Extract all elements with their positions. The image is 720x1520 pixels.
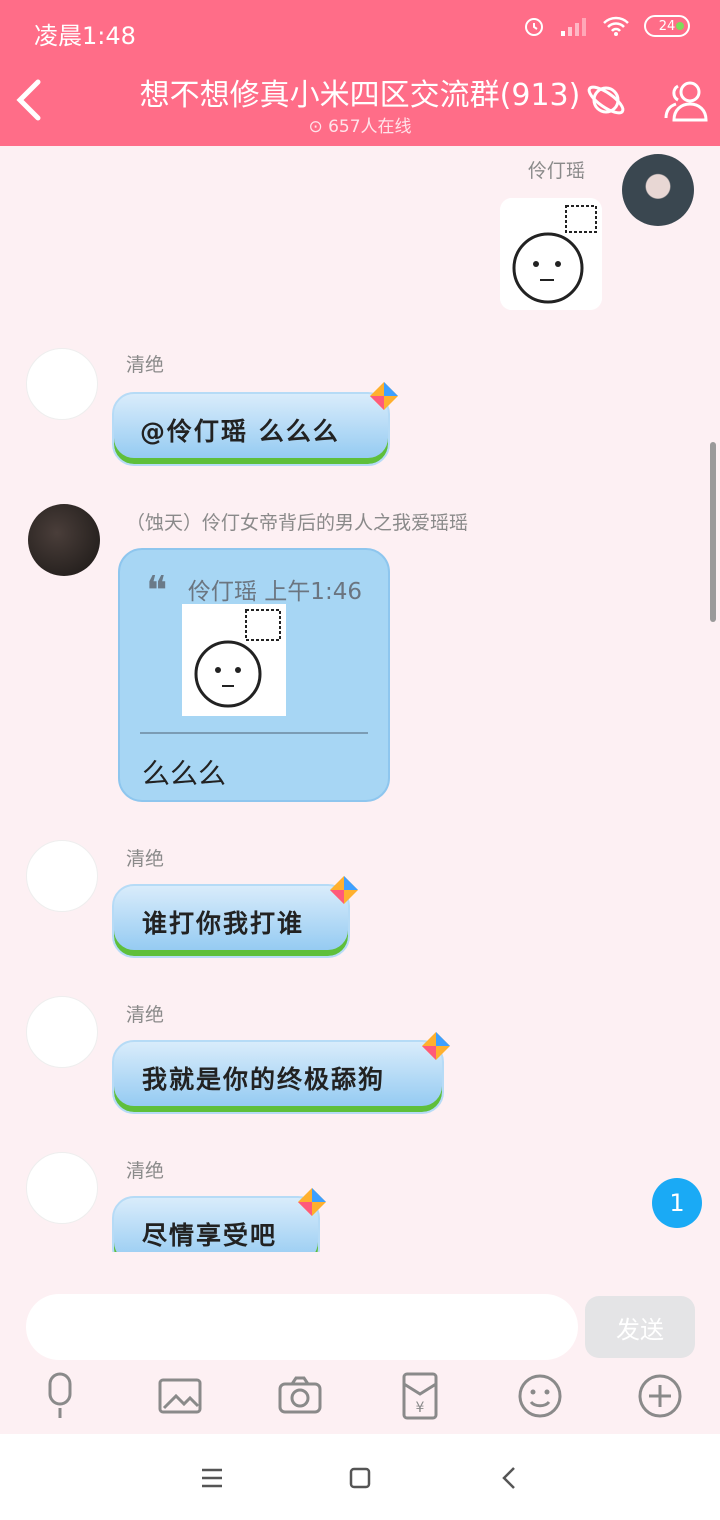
menu-icon[interactable] [192, 1458, 232, 1498]
message-text: @伶仃瑶 么么么 [140, 417, 340, 446]
quote-reply-bubble[interactable]: ❝ 伶仃瑶 上午1:46 么么么 [118, 548, 390, 802]
message-text: 尽情享受吧 [142, 1221, 278, 1250]
avatar[interactable] [26, 1152, 98, 1224]
camera-icon[interactable] [276, 1372, 324, 1420]
quoted-sticker[interactable] [182, 604, 286, 716]
alarm-icon [525, 18, 543, 36]
battery-indicator: 24 [644, 15, 690, 37]
plus-icon[interactable] [636, 1372, 684, 1420]
scrollbar[interactable] [710, 442, 716, 622]
sender-name: 清绝 [126, 1004, 165, 1026]
image-icon[interactable] [156, 1372, 204, 1420]
signal-icon [561, 18, 586, 36]
top-bar: 凌晨1:48 24 想不想修真小米四区交流群(913) ⊙ 657人在线 [0, 0, 720, 146]
quote-divider [140, 732, 368, 734]
send-button[interactable]: 发送 [585, 1296, 695, 1358]
svg-text:¥: ¥ [416, 1400, 425, 1416]
sender-name: 伶仃瑶 [528, 160, 586, 182]
quote-author-time: 伶仃瑶 上午1:46 [188, 579, 362, 605]
sticker-image[interactable] [500, 198, 602, 310]
online-count: ⊙ 657人在线 [110, 112, 610, 137]
avatar[interactable] [28, 504, 100, 576]
sender-name: （蚀天）伶仃女帝背后的男人之我爱瑶瑶 [126, 512, 469, 534]
message-input[interactable] [26, 1294, 578, 1360]
back-icon[interactable] [490, 1458, 530, 1498]
system-nav-bar [0, 1434, 720, 1520]
kite-icon [330, 876, 358, 904]
sender-name: 清绝 [126, 354, 165, 376]
composer: 发送 ¥ [0, 1252, 720, 1434]
planet-icon[interactable] [582, 76, 630, 124]
avatar[interactable] [26, 996, 98, 1068]
battery-level: 24 [658, 18, 676, 34]
message-text: 么么么 [142, 757, 227, 790]
message-bubble[interactable]: @伶仃瑶 么么么 [112, 392, 390, 466]
message-bubble[interactable]: 我就是你的终极舔狗 [112, 1040, 444, 1114]
kite-icon [370, 382, 398, 410]
avatar[interactable] [622, 154, 694, 226]
online-icon: ⊙ [308, 117, 329, 137]
back-arrow-icon[interactable] [12, 78, 46, 122]
message-bubble[interactable]: 谁打你我打谁 [112, 884, 350, 958]
status-icons: 24 [522, 14, 690, 38]
chat-area[interactable]: 伶仃瑶 清绝 @伶仃瑶 么么么 （蚀天）伶仃女帝背后的男人之我爱瑶瑶 ❝ 伶仃瑶… [0, 146, 720, 1252]
online-count-text: 657人在线 [328, 117, 412, 137]
sender-name: 清绝 [126, 848, 165, 870]
doodle-face-icon [500, 198, 602, 310]
message-text: 谁打你我打谁 [142, 909, 305, 938]
message-text: 我就是你的终极舔狗 [142, 1065, 386, 1094]
sender-name: 清绝 [126, 1160, 165, 1182]
red-packet-icon[interactable]: ¥ [396, 1372, 444, 1420]
message-bubble[interactable]: 尽情享受吧 [112, 1196, 320, 1252]
wifi-icon [603, 16, 629, 36]
microphone-icon[interactable] [36, 1372, 84, 1420]
kite-icon [422, 1032, 450, 1060]
group-members-icon[interactable] [662, 76, 710, 124]
group-title: 想不想修真小米四区交流群(913) [139, 78, 581, 113]
avatar[interactable] [26, 348, 98, 420]
new-message-badge[interactable]: 1 [652, 1178, 702, 1228]
avatar[interactable] [26, 840, 98, 912]
emoji-icon[interactable] [516, 1372, 564, 1420]
doodle-face-icon [182, 604, 286, 716]
kite-icon [298, 1188, 326, 1216]
home-icon[interactable] [340, 1458, 380, 1498]
quote-mark-icon: ❝ [146, 568, 168, 614]
status-time: 凌晨1:48 [34, 22, 136, 50]
